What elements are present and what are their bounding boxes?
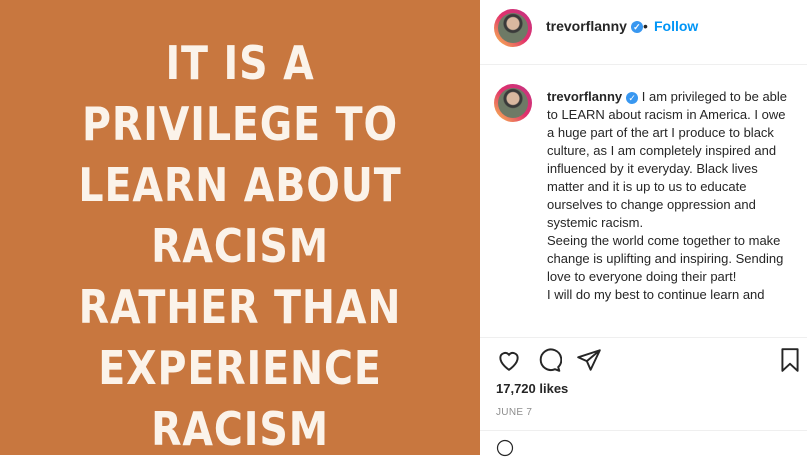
caption-paragraph: Seeing the world come together to make c… — [547, 233, 784, 284]
share-icon[interactable] — [576, 347, 602, 373]
image-text-line: privilege to — [82, 97, 398, 151]
post-caption: trevorflanny ✓ I am privileged to be able… — [547, 88, 791, 304]
caption-paragraph: I will do my best to continue learn and — [547, 287, 765, 302]
verified-badge-icon: ✓ — [626, 91, 639, 104]
username-text[interactable]: trevorflanny — [546, 18, 627, 34]
emoji-icon[interactable] — [496, 439, 514, 457]
action-bar — [480, 338, 807, 383]
post-header: trevorflanny ✓ • Follow — [480, 0, 807, 65]
comment-icon[interactable] — [536, 347, 562, 373]
image-text-line: racism — [151, 219, 329, 273]
post-image-text: It is a privilege to learn about racism … — [0, 33, 480, 455]
avatar-photo — [498, 88, 528, 118]
post-image: It is a privilege to learn about racism … — [0, 0, 480, 455]
separator-dot: • — [643, 18, 648, 34]
follow-button[interactable]: Follow — [654, 18, 698, 34]
post-date[interactable]: JUNE 7 — [496, 407, 532, 418]
image-text-line: racism — [151, 402, 329, 455]
image-text-line: learn about — [78, 158, 402, 212]
bookmark-icon[interactable] — [777, 347, 803, 373]
heart-icon[interactable] — [496, 347, 522, 373]
image-text-line: It is a — [165, 36, 315, 90]
image-text-line: experience — [98, 341, 382, 395]
caption-paragraph: trevorflanny ✓ I am privileged to be able… — [547, 88, 791, 232]
header-username[interactable]: trevorflanny ✓ — [546, 18, 643, 34]
likes-count[interactable]: 17,720 likes — [496, 381, 568, 396]
verified-badge-icon: ✓ — [630, 21, 643, 34]
avatar-photo — [498, 13, 528, 43]
add-comment-bar — [480, 430, 807, 457]
post-side-panel: trevorflanny ✓ • Follow trevorflanny ✓ I a… — [480, 0, 807, 457]
caption-avatar[interactable] — [494, 84, 532, 122]
caption-text: I am privileged to be able to LEARN abou… — [547, 89, 788, 230]
image-text-line: rather than — [78, 280, 402, 334]
comments-area[interactable]: trevorflanny ✓ I am privileged to be able… — [480, 65, 807, 338]
avatar[interactable] — [494, 9, 532, 47]
caption-username[interactable]: trevorflanny — [547, 89, 622, 104]
